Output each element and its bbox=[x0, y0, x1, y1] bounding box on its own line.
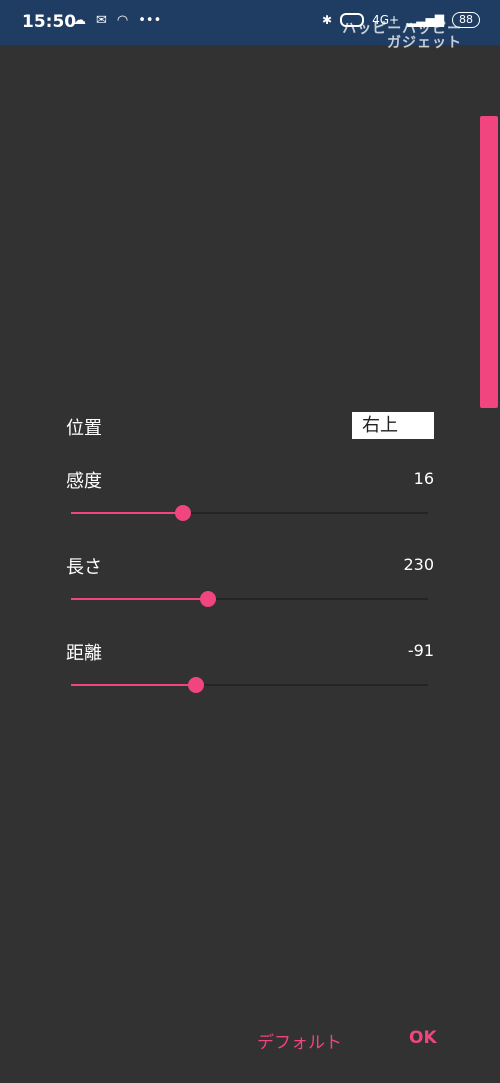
slider-thumb[interactable] bbox=[199, 591, 216, 607]
sensitivity-value: 16 bbox=[413, 469, 434, 488]
position-label: 位置 bbox=[66, 418, 102, 439]
slider-fill bbox=[71, 684, 196, 686]
slider-fill bbox=[71, 512, 184, 514]
slider-fill bbox=[71, 598, 208, 600]
cloud-icon: ☁ bbox=[73, 13, 86, 28]
watermark-logo: ハッピーハッピー ガジェット bbox=[342, 22, 462, 50]
mail-icon: ✉ bbox=[96, 13, 107, 28]
bluetooth-icon: ✱ bbox=[322, 13, 333, 27]
hotspot-icon: ◠ bbox=[116, 13, 129, 28]
status-time: 15:50 bbox=[22, 12, 77, 32]
slider-thumb[interactable] bbox=[187, 677, 204, 693]
sensitivity-slider[interactable] bbox=[71, 503, 428, 523]
distance-value: -91 bbox=[407, 641, 434, 660]
ok-button[interactable]: OK bbox=[409, 1028, 437, 1048]
distance-slider[interactable] bbox=[71, 675, 428, 695]
length-slider[interactable] bbox=[71, 589, 428, 609]
sensitivity-label: 感度 bbox=[66, 471, 102, 492]
position-select[interactable]: 右上 bbox=[352, 412, 434, 439]
scrollbar-thumb[interactable] bbox=[480, 116, 498, 408]
watermark-line-2: ガジェット bbox=[387, 35, 462, 51]
status-bar: 15:50 ☁ ✉ ◠ ••• ✱ 4G+ ▂▃▅▇ 88 ハッピーハッピー ガ… bbox=[0, 0, 500, 50]
default-button[interactable]: デフォルト bbox=[257, 1028, 342, 1053]
slider-thumb[interactable] bbox=[175, 505, 192, 521]
length-label: 長さ bbox=[66, 557, 102, 578]
status-icons-left: ☁ ✉ ◠ ••• bbox=[73, 13, 161, 28]
more-dots-icon: ••• bbox=[138, 13, 162, 28]
length-value: 230 bbox=[403, 555, 434, 574]
watermark-line-1: ハッピーハッピー bbox=[342, 21, 462, 37]
distance-label: 距離 bbox=[66, 643, 102, 664]
